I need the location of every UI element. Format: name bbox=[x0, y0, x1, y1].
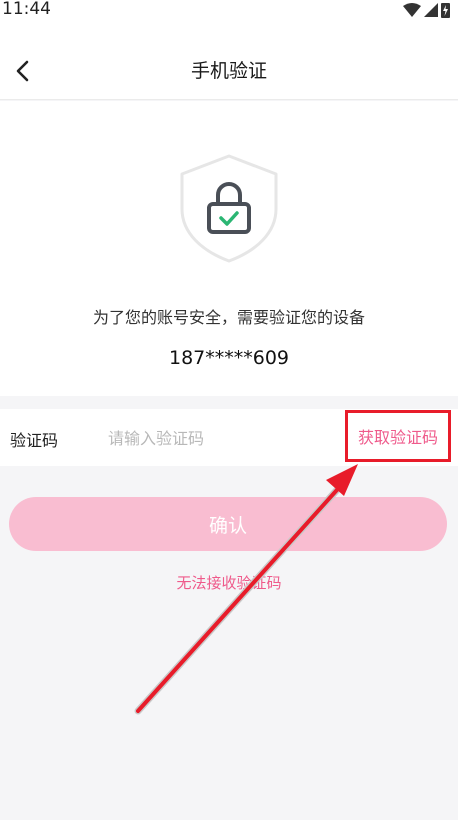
verification-code-input[interactable] bbox=[108, 423, 328, 453]
wifi-icon bbox=[403, 3, 421, 17]
verification-hero: 为了您的账号安全，需要验证您的设备 187*****609 bbox=[0, 101, 458, 396]
status-time: 11:44 bbox=[2, 0, 51, 19]
shield-lock-icon bbox=[180, 154, 278, 263]
confirm-button[interactable]: 确认 bbox=[9, 497, 447, 551]
battery-charging-icon bbox=[441, 3, 450, 18]
page-title: 手机验证 bbox=[190, 60, 267, 82]
code-label: 验证码 bbox=[10, 431, 59, 450]
masked-phone-number: 187*****609 bbox=[168, 347, 290, 369]
signal-icon bbox=[424, 3, 438, 17]
nav-bar: 手机验证 bbox=[0, 22, 458, 100]
status-bar: 11:44 bbox=[0, 0, 458, 22]
status-icons bbox=[403, 2, 450, 18]
cannot-receive-code-link[interactable]: 无法接收验证码 bbox=[0, 572, 458, 593]
verification-description: 为了您的账号安全，需要验证您的设备 bbox=[92, 308, 365, 327]
get-code-button[interactable]: 获取验证码 bbox=[345, 410, 451, 462]
